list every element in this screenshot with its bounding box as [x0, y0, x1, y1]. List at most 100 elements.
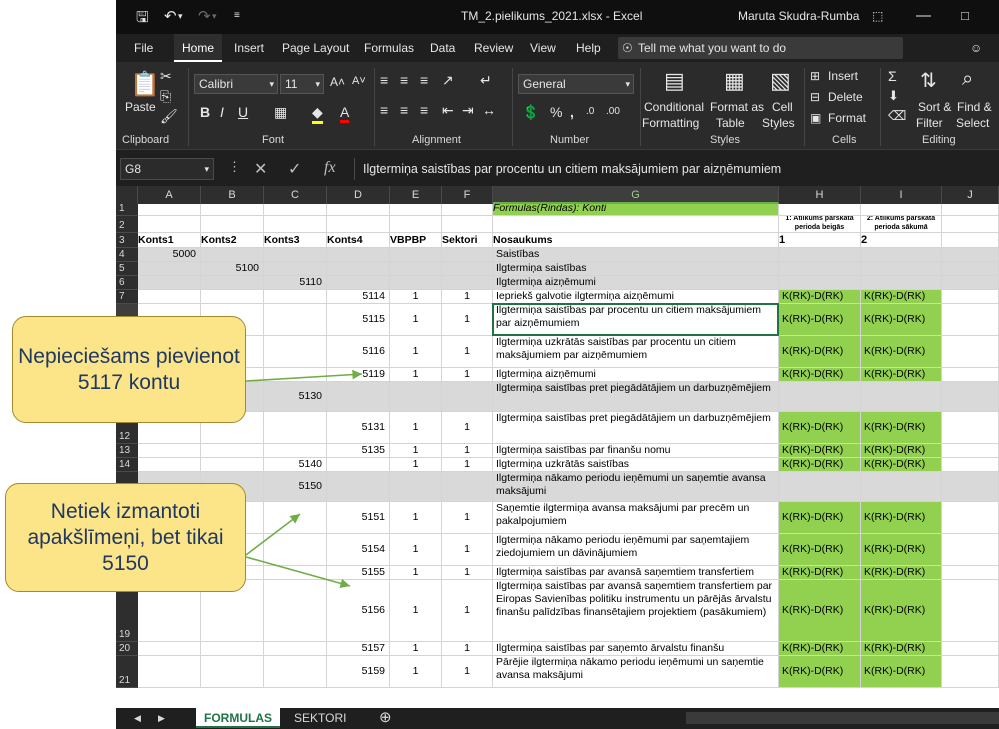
cell-j5[interactable]	[942, 262, 999, 276]
column-header-c[interactable]: C	[264, 186, 327, 204]
cell-i4[interactable]	[861, 248, 942, 262]
cell-j12[interactable]	[942, 412, 999, 444]
cell-g11[interactable]: Ilgtermiņa saistības pret piegādātājiem …	[493, 382, 779, 412]
column-header-b[interactable]: B	[201, 186, 264, 204]
cell-c11[interactable]: 5130	[264, 382, 327, 412]
formula-input[interactable]: Ilgtermiņa saistības par procentu un cit…	[354, 158, 999, 180]
horizontal-scrollbar[interactable]	[686, 712, 999, 724]
tell-me-box[interactable]: ☉ Tell me what you want to do	[618, 37, 903, 59]
column-header-h[interactable]: H	[779, 186, 861, 204]
cell-g3[interactable]: Nosaukums	[493, 233, 779, 248]
cell-f3[interactable]: Sektori	[442, 233, 493, 248]
insert-cells-button[interactable]: Insert	[828, 69, 858, 83]
cell-j15[interactable]	[942, 472, 999, 502]
row-header[interactable]: 1	[116, 203, 138, 216]
sort-filter-line1[interactable]: Sort &	[918, 100, 951, 114]
paste-button[interactable]: Paste	[125, 100, 156, 114]
cell-a1[interactable]	[138, 204, 201, 216]
cell-h4[interactable]	[779, 248, 861, 262]
cell-i5[interactable]	[861, 262, 942, 276]
cell-c1[interactable]	[264, 204, 327, 216]
cell-j4[interactable]	[942, 248, 999, 262]
cell-h16[interactable]: K(RK)-D(RK)	[779, 502, 861, 534]
cell-d12[interactable]: 5131	[327, 412, 390, 444]
cell-e6[interactable]	[390, 276, 442, 290]
cell-e2[interactable]	[390, 216, 442, 233]
cell-f6[interactable]	[442, 276, 493, 290]
cell-c19[interactable]	[264, 580, 327, 642]
undo-dropdown-icon[interactable]: ▾	[178, 11, 183, 22]
cell-g15[interactable]: Ilgtermiņa nākamo periodu ieņēmumi un sa…	[493, 472, 779, 502]
cell-f15[interactable]	[442, 472, 493, 502]
cell-d7[interactable]: 5114	[327, 290, 390, 304]
cell-d18[interactable]: 5155	[327, 566, 390, 580]
cell-c16[interactable]	[264, 502, 327, 534]
cell-h19[interactable]: K(RK)-D(RK)	[779, 580, 861, 642]
column-header-e[interactable]: E	[390, 186, 442, 204]
cell-j21[interactable]	[942, 656, 999, 688]
cell-d8[interactable]: 5115	[327, 304, 390, 336]
conditional-formatting-line2[interactable]: Formatting	[642, 116, 699, 130]
fill-icon[interactable]: ⬇	[888, 88, 899, 104]
format-as-table-icon[interactable]: ▦	[724, 68, 745, 94]
cell-e10[interactable]: 1	[390, 368, 442, 382]
align-bottom-icon[interactable]: ≡	[420, 72, 428, 88]
cell-i7[interactable]: K(RK)-D(RK)	[861, 290, 942, 304]
cell-j17[interactable]	[942, 534, 999, 566]
cell-d2[interactable]	[327, 216, 390, 233]
merge-center-icon[interactable]: ↔	[482, 102, 496, 118]
cell-d21[interactable]: 5159	[327, 656, 390, 688]
align-top-icon[interactable]: ≡	[380, 72, 388, 88]
format-as-table-line1[interactable]: Format as	[710, 100, 764, 114]
increase-indent-icon[interactable]: ⇥	[462, 102, 474, 119]
cell-a5[interactable]	[138, 262, 201, 276]
cell-h12[interactable]: K(RK)-D(RK)	[779, 412, 861, 444]
cell-f11[interactable]	[442, 382, 493, 412]
cell-f13[interactable]: 1	[442, 444, 493, 458]
cell-f14[interactable]: 1	[442, 458, 493, 472]
cell-g17[interactable]: Ilgtermiņa nākamo periodu ieņēmumi par s…	[493, 534, 779, 566]
cell-g4[interactable]: Saistības	[493, 248, 779, 262]
cell-h11[interactable]	[779, 382, 861, 412]
cell-g10[interactable]: Ilgtermiņa aizņēmumi	[493, 368, 779, 382]
cell-i10[interactable]: K(RK)-D(RK)	[861, 368, 942, 382]
cell-f17[interactable]: 1	[442, 534, 493, 566]
cell-g8[interactable]: Ilgtermiņa saistības par procentu un cit…	[493, 304, 779, 336]
cell-e11[interactable]	[390, 382, 442, 412]
shrink-font-icon[interactable]: A˅	[352, 75, 366, 87]
cell-f8[interactable]: 1	[442, 304, 493, 336]
cell-j2[interactable]	[942, 216, 999, 233]
cell-h2[interactable]: 1: Atlikums pārskata perioda beigās	[779, 216, 861, 233]
cell-b3[interactable]: Konts2	[201, 233, 264, 248]
cell-c14[interactable]: 5140	[264, 458, 327, 472]
cell-b4[interactable]	[201, 248, 264, 262]
row-header[interactable]: 3	[116, 233, 138, 248]
cell-e1[interactable]	[390, 204, 442, 216]
cell-h5[interactable]	[779, 262, 861, 276]
add-sheet-icon[interactable]: ⊕	[371, 708, 400, 728]
tab-data[interactable]: Data	[422, 34, 463, 62]
comma-style-icon[interactable]: ,	[570, 104, 574, 120]
cell-g20[interactable]: Ilgtermiņa saistības par saņemto ārvalst…	[493, 642, 779, 656]
cell-h21[interactable]: K(RK)-D(RK)	[779, 656, 861, 688]
cell-b20[interactable]	[201, 642, 264, 656]
decrease-decimal-icon[interactable]: .00	[606, 106, 620, 117]
wrap-text-icon[interactable]: ↵	[480, 72, 492, 89]
cell-h1[interactable]	[779, 204, 861, 216]
cell-i9[interactable]: K(RK)-D(RK)	[861, 336, 942, 368]
font-color-icon[interactable]: A	[340, 104, 350, 123]
insert-cells-icon[interactable]: ⊞	[810, 69, 820, 83]
cell-d19[interactable]: 5156	[327, 580, 390, 642]
cell-e21[interactable]: 1	[390, 656, 442, 688]
align-left-icon[interactable]: ≡	[380, 102, 388, 118]
find-select-icon[interactable]: ⌕	[962, 68, 973, 91]
redo-icon[interactable]: ↷	[198, 7, 211, 25]
cell-g14[interactable]: Ilgtermiņa uzkrātās saistības	[493, 458, 779, 472]
cell-e9[interactable]: 1	[390, 336, 442, 368]
cell-a6[interactable]	[138, 276, 201, 290]
cell-c4[interactable]	[264, 248, 327, 262]
cell-d17[interactable]: 5154	[327, 534, 390, 566]
cell-j11[interactable]	[942, 382, 999, 412]
italic-icon[interactable]: I	[220, 104, 224, 120]
cell-i2[interactable]: 2: Atlikums pārskata perioda sākumā	[861, 216, 942, 233]
